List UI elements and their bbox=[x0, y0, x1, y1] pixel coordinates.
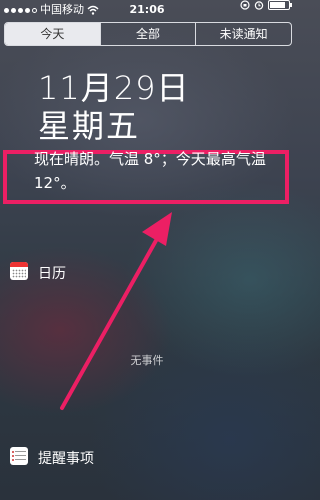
annotation-arrow bbox=[60, 212, 172, 410]
